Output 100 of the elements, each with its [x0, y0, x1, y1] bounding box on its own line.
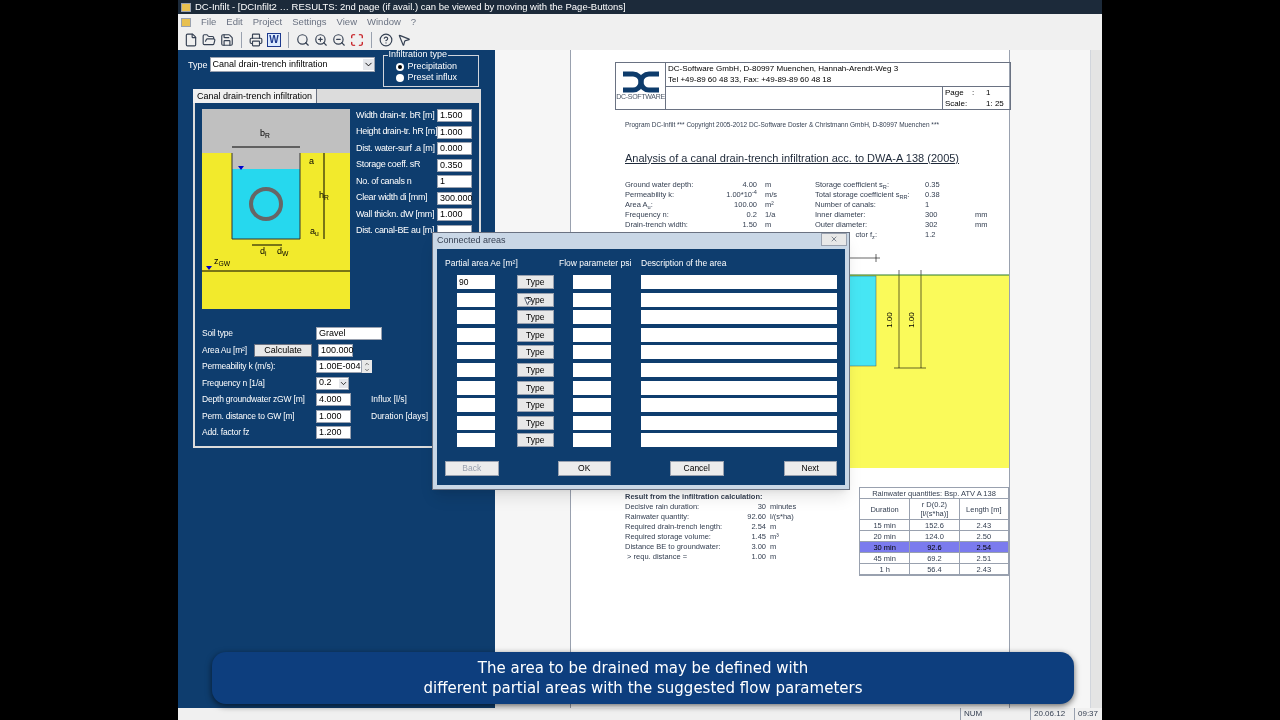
input-field[interactable]: 0.000 — [437, 142, 472, 155]
flow-parameter-field[interactable] — [573, 275, 611, 289]
spin-buttons[interactable] — [362, 360, 372, 373]
zoom-out-icon[interactable] — [332, 33, 346, 47]
calculate-button[interactable]: Calculate — [254, 343, 312, 357]
flow-parameter-field[interactable] — [573, 433, 611, 448]
close-icon — [830, 235, 838, 243]
menu-item[interactable]: View — [336, 14, 357, 30]
area-field[interactable] — [457, 433, 495, 448]
dialog-button[interactable]: OK — [557, 461, 611, 477]
input-field[interactable]: 1.200 — [316, 426, 351, 439]
flow-parameter-field[interactable] — [573, 310, 611, 325]
flow-parameter-field[interactable] — [573, 345, 611, 360]
folder-icon[interactable] — [202, 33, 216, 47]
type-button[interactable]: Type — [516, 380, 555, 395]
input-field[interactable]: 4.000 — [316, 393, 351, 406]
radio-option[interactable]: Preset influx — [395, 72, 478, 83]
input-field[interactable]: 1.000 — [316, 409, 351, 423]
description-field[interactable] — [640, 292, 837, 307]
scale-label: Scale: — [945, 98, 969, 109]
area-field[interactable] — [457, 362, 495, 377]
group-title: Infiltration type — [387, 50, 449, 59]
radio-button[interactable] — [395, 73, 404, 82]
type-button[interactable]: Type — [516, 433, 555, 448]
field-label: Area Au [m²] — [202, 343, 248, 357]
area-field[interactable] — [457, 398, 495, 413]
description-field[interactable] — [640, 380, 837, 395]
area-field[interactable] — [457, 327, 495, 342]
menu-item[interactable]: Project — [252, 14, 283, 30]
type-button[interactable]: Type — [516, 292, 555, 307]
description-field[interactable] — [640, 415, 837, 430]
dialog-button[interactable]: Next — [783, 461, 837, 477]
radio-option[interactable]: Precipitation — [395, 61, 478, 72]
area-field[interactable]: 90 — [457, 275, 495, 289]
type-button[interactable]: Type — [516, 327, 555, 342]
tab[interactable]: Canal drain-trench infiltration — [193, 89, 318, 103]
page-number: 1 — [986, 87, 991, 98]
company-line: DC-Software GmbH, D-80997 Muenchen, Hannah-Arendt-Weg 3 — [668, 63, 900, 74]
description-field[interactable] — [640, 398, 837, 413]
type-button[interactable]: Type — [516, 345, 555, 360]
menu-item[interactable]: Settings — [292, 14, 327, 30]
menu-item[interactable]: Edit — [226, 14, 243, 30]
flow-parameter-field[interactable] — [573, 415, 611, 430]
flow-parameter-field[interactable] — [573, 327, 611, 342]
field-label: Dist. water-surf .a [m] — [356, 141, 436, 155]
menu-item[interactable]: Window — [367, 14, 401, 30]
flow-parameter-field[interactable] — [573, 292, 611, 307]
flow-parameter-field[interactable] — [573, 398, 611, 413]
description-field[interactable] — [640, 310, 837, 325]
field-label: Permeability k (m/s): — [202, 360, 277, 373]
area-field[interactable] — [457, 415, 495, 430]
description-field[interactable] — [640, 275, 837, 289]
frequency-dropdown[interactable]: 0.2 — [316, 376, 349, 390]
area-field[interactable] — [457, 345, 495, 360]
description-field[interactable] — [640, 345, 837, 360]
scrollbar[interactable] — [1090, 50, 1102, 708]
input-field[interactable]: 1.000 — [437, 125, 472, 139]
menu-item[interactable]: ? — [410, 14, 417, 30]
zoom-icon[interactable] — [296, 33, 310, 47]
field-label: No. of canals n — [356, 174, 413, 188]
type-button[interactable]: Type — [516, 310, 555, 325]
field-label: Influx [l/s] — [371, 393, 407, 406]
zoom-fit-icon[interactable] — [350, 33, 364, 47]
input-field[interactable]: 300.000 — [437, 191, 472, 205]
dimension-text: 1.00 — [907, 312, 916, 329]
input-field[interactable]: 1.500 — [437, 109, 472, 122]
input-field[interactable]: Gravel — [316, 327, 382, 340]
dimension-label: d$_{i}$ — [260, 247, 267, 256]
input-field[interactable]: 1.00E-004 — [316, 360, 362, 373]
dimension-label: h$_{R}$ — [319, 191, 329, 200]
type-button[interactable]: Type — [516, 275, 555, 289]
input-field[interactable]: 100.000 — [318, 343, 353, 357]
type-dropdown[interactable]: Canal drain-trench infiltration — [209, 57, 375, 72]
input-field[interactable]: 1 — [437, 175, 472, 188]
type-button[interactable]: Type — [516, 362, 555, 377]
area-field[interactable] — [457, 310, 495, 325]
description-field[interactable] — [640, 433, 837, 448]
printer-icon[interactable] — [249, 33, 263, 47]
dialog-button[interactable]: Cancel — [670, 461, 724, 477]
help-icon[interactable] — [379, 33, 393, 47]
close-button[interactable] — [821, 232, 847, 246]
input-field[interactable]: 1.000 — [437, 208, 472, 221]
save-icon[interactable] — [220, 33, 234, 47]
input-field[interactable]: 0.350 — [437, 158, 472, 172]
description-field[interactable] — [640, 327, 837, 342]
flow-parameter-field[interactable] — [573, 362, 611, 377]
type-button[interactable]: Type — [516, 415, 555, 430]
type-button[interactable]: Type — [516, 398, 555, 413]
zoom-in-icon[interactable] — [314, 33, 328, 47]
area-field[interactable] — [457, 380, 495, 395]
new-file-icon[interactable] — [184, 33, 198, 47]
area-field[interactable] — [457, 292, 495, 307]
field-label: Width drain-tr. bR [m] — [356, 108, 436, 122]
description-field[interactable] — [640, 362, 837, 377]
menu-item[interactable]: File — [201, 14, 217, 30]
context-help-icon[interactable] — [397, 33, 411, 47]
word-icon[interactable]: W — [267, 33, 281, 47]
field-label: Wall thickn. dW [mm] — [356, 207, 436, 221]
flow-parameter-field[interactable] — [573, 380, 611, 395]
radio-button[interactable] — [395, 62, 404, 71]
